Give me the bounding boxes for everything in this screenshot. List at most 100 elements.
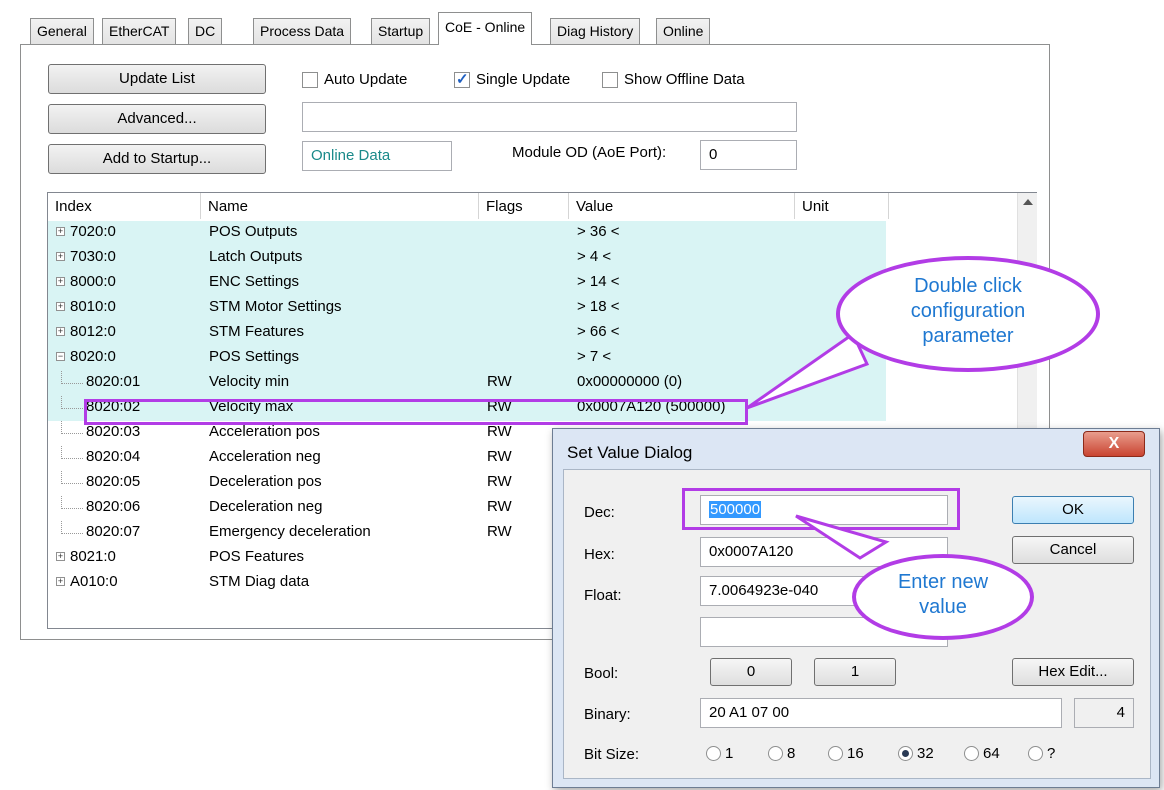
binary-input[interactable]: 20 A1 07 00: [700, 698, 1062, 728]
bit-size-radio[interactable]: 8: [768, 745, 795, 762]
single-update-checkbox[interactable]: Single Update: [454, 70, 570, 88]
expand-icon[interactable]: +: [56, 327, 65, 336]
bit-size-radio[interactable]: 16: [828, 745, 864, 762]
table-row[interactable]: +7030:0 Latch Outputs > 4 <: [48, 246, 886, 271]
bit-size-radio[interactable]: 64: [964, 745, 1000, 762]
cell-index: 7030:0: [70, 248, 116, 265]
table-row[interactable]: +8000:0 ENC Settings > 14 <: [48, 271, 886, 296]
bool-0-button[interactable]: 0: [710, 658, 792, 686]
cell-value: > 4 <: [577, 248, 612, 265]
tab-general[interactable]: General: [30, 18, 94, 44]
bit-size-label: 16: [847, 745, 864, 762]
tree-line: [61, 471, 83, 484]
cell-index: 8012:0: [70, 323, 116, 340]
online-data-field: Online Data: [302, 141, 452, 171]
tree-line: [61, 446, 83, 459]
cell-name: ENC Settings: [209, 273, 300, 290]
advanced-text-field[interactable]: [302, 102, 797, 132]
advanced-button[interactable]: Advanced...: [48, 104, 266, 134]
expand-icon[interactable]: +: [56, 552, 65, 561]
cell-value: > 18 <: [577, 298, 620, 315]
dialog-title: Set Value Dialog: [567, 443, 693, 462]
hex-label: Hex:: [584, 546, 615, 563]
scroll-up-arrow-icon[interactable]: [1023, 199, 1033, 205]
checkbox-box: [302, 71, 318, 88]
binary-label: Binary:: [584, 706, 631, 723]
cell-index: 8020:07: [86, 523, 141, 540]
column-value[interactable]: Value: [569, 193, 795, 219]
tree-line: [61, 371, 83, 384]
bit-size-label: 1: [725, 745, 734, 762]
cell-flags: RW: [487, 373, 512, 390]
bool-1-button[interactable]: 1: [814, 658, 896, 686]
tab-dc[interactable]: DC: [188, 18, 223, 44]
add-to-startup-button[interactable]: Add to Startup...: [48, 144, 266, 174]
bit-size-radio[interactable]: ?: [1028, 745, 1055, 762]
tab-diag-history[interactable]: Diag History: [550, 18, 641, 44]
callout-line: Double click: [914, 275, 1022, 297]
show-offline-data-checkbox[interactable]: Show Offline Data: [602, 71, 745, 88]
cell-name: Velocity min: [209, 373, 290, 390]
column-index[interactable]: Index: [48, 193, 201, 219]
cell-name: Acceleration neg: [209, 448, 321, 465]
enter-value-callout: Enter new value: [852, 554, 1034, 640]
cell-index: 8020:05: [86, 473, 141, 490]
cell-name: STM Features: [209, 323, 305, 340]
expand-icon[interactable]: +: [56, 227, 65, 236]
cell-name: Acceleration pos: [209, 423, 320, 440]
bit-size-radio[interactable]: 32: [898, 745, 934, 762]
cell-name: Emergency deceleration: [209, 523, 371, 540]
tree-line: [61, 496, 83, 509]
expand-icon[interactable]: +: [56, 277, 65, 286]
tab-online[interactable]: Online: [656, 18, 711, 44]
cell-value: > 7 <: [577, 348, 612, 365]
table-row[interactable]: +8010:0 STM Motor Settings > 18 <: [48, 296, 886, 321]
table-row[interactable]: +7020:0 POS Outputs > 36 <: [48, 221, 886, 246]
bool-label: Bool:: [584, 665, 619, 682]
update-list-button[interactable]: Update List: [48, 64, 266, 94]
cancel-button[interactable]: Cancel: [1012, 536, 1134, 564]
callout-line: configuration: [910, 300, 1026, 322]
radio-circle-icon: [1028, 746, 1043, 761]
row-highlight-box: [84, 399, 748, 425]
tab-strip: General EtherCAT DC Process Data Startup…: [20, 0, 1050, 46]
column-name[interactable]: Name: [201, 193, 479, 219]
expand-icon[interactable]: +: [56, 252, 65, 261]
cell-index: 7020:0: [70, 223, 116, 240]
cell-index: 8020:06: [86, 498, 141, 515]
cell-name: STM Diag data: [209, 573, 310, 590]
cell-index: 8021:0: [70, 548, 116, 565]
cell-index: 8020:0: [70, 348, 116, 365]
cell-name: Latch Outputs: [209, 248, 303, 265]
column-flags[interactable]: Flags: [479, 193, 569, 219]
tab-coe-online[interactable]: CoE - Online: [438, 12, 533, 45]
tree-line: [61, 521, 83, 534]
hex-edit-button[interactable]: Hex Edit...: [1012, 658, 1134, 686]
close-icon[interactable]: X: [1083, 431, 1145, 457]
radio-circle-icon: [898, 746, 913, 761]
dec-label: Dec:: [584, 504, 615, 521]
ok-button[interactable]: OK: [1012, 496, 1134, 524]
module-od-field[interactable]: 0: [700, 140, 797, 170]
tab-ethercat[interactable]: EtherCAT: [102, 18, 177, 44]
callout-line: parameter: [922, 325, 1014, 347]
tree-line: [61, 421, 83, 434]
radio-circle-icon: [964, 746, 979, 761]
tab-process-data[interactable]: Process Data: [253, 18, 352, 44]
radio-circle-icon: [706, 746, 721, 761]
tab-startup[interactable]: Startup: [371, 18, 431, 44]
callout-line: Enter new: [897, 571, 989, 593]
cell-flags: RW: [487, 423, 512, 440]
collapse-icon[interactable]: −: [56, 352, 65, 361]
column-unit[interactable]: Unit: [795, 193, 889, 219]
bit-size-radio[interactable]: 1: [706, 745, 733, 762]
cell-name: Deceleration pos: [209, 473, 322, 490]
cell-flags: RW: [487, 473, 512, 490]
callout-line: value: [919, 596, 967, 618]
cell-index: A010:0: [70, 573, 118, 590]
auto-update-checkbox[interactable]: Auto Update: [302, 71, 407, 88]
checkbox-box-checked: [454, 70, 470, 88]
expand-icon[interactable]: +: [56, 302, 65, 311]
bit-size-label: 32: [917, 745, 934, 762]
expand-icon[interactable]: +: [56, 577, 65, 586]
